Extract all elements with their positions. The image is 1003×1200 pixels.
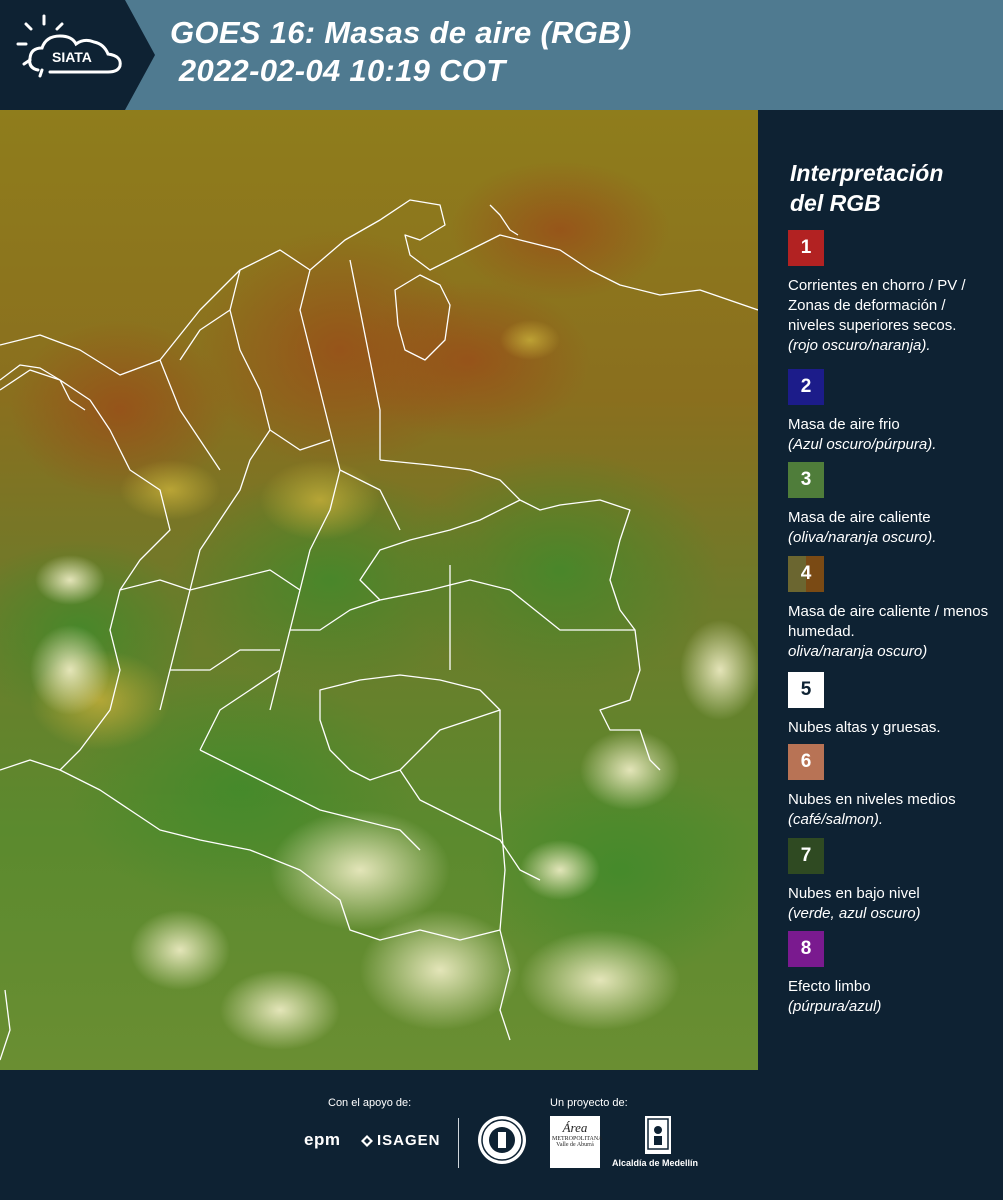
legend-sub-4: oliva/naranja oscuro) bbox=[788, 643, 928, 660]
area-sub2: Valle de Aburrá bbox=[556, 1142, 594, 1148]
legend-item-7: 7 Nubes en bajo nivel (verde, azul oscur… bbox=[788, 838, 993, 924]
legend-swatch-2: 2 bbox=[788, 369, 824, 405]
alcaldia-shield-icon[interactable] bbox=[645, 1116, 671, 1154]
legend-sub-7: (verde, azul oscuro) bbox=[788, 905, 921, 922]
legend-panel: Interpretación del RGB 1 Corrientes en c… bbox=[758, 110, 1003, 1070]
legend-item-8: 8 Efecto limbo (púrpura/azul) bbox=[788, 931, 993, 1017]
siata-logo[interactable]: SIATA bbox=[0, 0, 155, 110]
legend-swatch-8: 8 bbox=[788, 931, 824, 967]
header-bar: SIATA GOES 16: Masas de aire (RGB) 2022-… bbox=[0, 0, 1003, 110]
isagen-text: ISAGEN bbox=[377, 1132, 441, 1149]
legend-sub-8: (púrpura/azul) bbox=[788, 998, 882, 1015]
legend-text-2: Masa de aire frio bbox=[788, 416, 900, 433]
legend-item-2: 2 Masa de aire frio (Azul oscuro/púrpura… bbox=[788, 369, 993, 455]
title-line-1: GOES 16: Masas de aire (RGB) bbox=[170, 15, 632, 50]
legend-title-line-1: Interpretación bbox=[790, 160, 944, 186]
siata-logo-text: SIATA bbox=[52, 49, 92, 65]
legend-text-3: Masa de aire caliente bbox=[788, 509, 931, 526]
medellin-seal-icon[interactable] bbox=[478, 1116, 526, 1164]
isagen-logo[interactable]: ISAGEN bbox=[360, 1132, 441, 1149]
legend-text-6: Nubes en niveles medios bbox=[788, 791, 956, 808]
legend-title: Interpretación del RGB bbox=[790, 158, 943, 218]
area-name: Área bbox=[562, 1120, 588, 1135]
footer-divider bbox=[458, 1118, 459, 1168]
legend-text-7: Nubes en bajo nivel bbox=[788, 885, 920, 902]
legend-item-5: 5 Nubes altas y gruesas. bbox=[788, 672, 993, 738]
alcaldia-text[interactable]: Alcaldía de Medellín bbox=[612, 1158, 698, 1168]
legend-sub-6: (café/salmon). bbox=[788, 811, 884, 828]
legend-swatch-4: 4 bbox=[788, 556, 824, 592]
legend-swatch-6: 6 bbox=[788, 744, 824, 780]
isagen-mark-icon bbox=[361, 1134, 373, 1147]
legend-text-1: Corrientes en chorro / PV / Zonas de def… bbox=[788, 277, 966, 334]
legend-text-4: Masa de aire caliente / menos humedad. bbox=[788, 603, 989, 640]
legend-item-3: 3 Masa de aire caliente (oliva/naranja o… bbox=[788, 462, 993, 548]
epm-logo[interactable]: epm bbox=[304, 1130, 340, 1150]
legend-item-1: 1 Corrientes en chorro / PV / Zonas de d… bbox=[788, 230, 993, 356]
legend-text-5: Nubes altas y gruesas. bbox=[788, 719, 941, 736]
support-label: Con el apoyo de: bbox=[328, 1097, 412, 1109]
legend-title-line-2: del RGB bbox=[790, 190, 881, 216]
legend-swatch-1: 1 bbox=[788, 230, 824, 266]
legend-swatch-3: 3 bbox=[788, 462, 824, 498]
legend-sub-3: (oliva/naranja oscuro). bbox=[788, 529, 937, 546]
legend-text-8: Efecto limbo bbox=[788, 978, 871, 995]
project-label: Un proyecto de: bbox=[550, 1097, 628, 1109]
legend-sub-1: (rojo oscuro/naranja). bbox=[788, 337, 931, 354]
legend-item-6: 6 Nubes en niveles medios (café/salmon). bbox=[788, 744, 993, 830]
area-metropolitana-text: Área METROPOLITANA Valle de Aburrá bbox=[552, 1120, 603, 1148]
title-line-2: 2022-02-04 10:19 COT bbox=[170, 53, 506, 88]
page-title: GOES 16: Masas de aire (RGB) 2022-02-04 … bbox=[170, 14, 632, 90]
footer: Con el apoyo de: Un proyecto de: epm ISA… bbox=[0, 1070, 1003, 1200]
legend-item-4: 4 Masa de aire caliente / menos humedad.… bbox=[788, 556, 993, 662]
legend-swatch-5: 5 bbox=[788, 672, 824, 708]
legend-swatch-7: 7 bbox=[788, 838, 824, 874]
satellite-map[interactable] bbox=[0, 110, 758, 1070]
legend-sub-2: (Azul oscuro/púrpura). bbox=[788, 436, 937, 453]
